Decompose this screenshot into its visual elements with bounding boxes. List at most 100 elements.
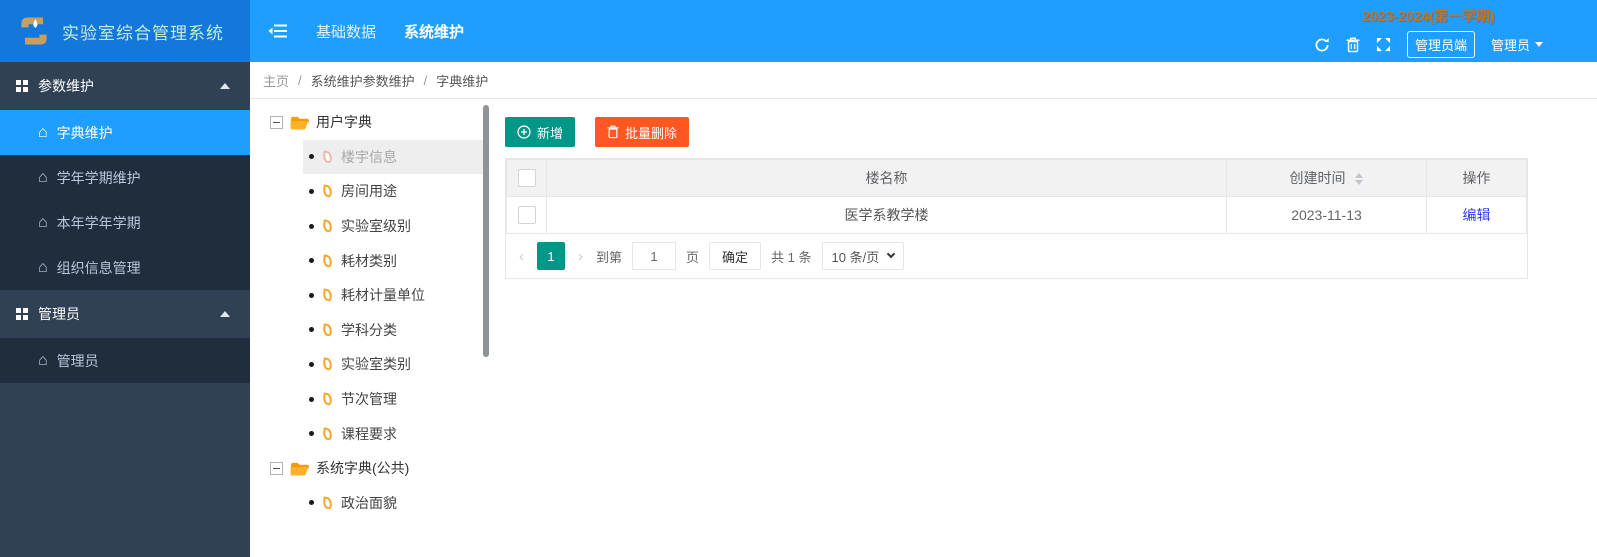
- sidebar-item-term-maintain[interactable]: ⌂ 学年学期维护: [0, 155, 250, 200]
- breadcrumb-current: 字典维护: [436, 71, 488, 90]
- add-button[interactable]: 新增: [505, 117, 575, 147]
- goto-confirm-button[interactable]: 确定: [709, 242, 761, 270]
- tree-item-label: 节次管理: [341, 389, 397, 409]
- tree-root-user-dict[interactable]: 用户字典: [270, 105, 484, 140]
- sidebar-item-label: 学年学期维护: [57, 168, 141, 188]
- tree-item-lab-category[interactable]: 实验室类别: [303, 347, 484, 382]
- row-checkbox[interactable]: [518, 206, 536, 224]
- tree-item-room-usage[interactable]: 房间用途: [303, 174, 484, 209]
- nav-item-basic-data[interactable]: 基础数据: [316, 21, 376, 42]
- app-logo-area: 实验室综合管理系统: [0, 0, 250, 62]
- prev-page-icon[interactable]: ‹: [516, 248, 527, 265]
- sort-asc-icon[interactable]: [1355, 173, 1363, 178]
- sidebar-group-param-maintain[interactable]: 参数维护: [0, 62, 250, 110]
- total-count-label: 共 1 条: [771, 247, 811, 266]
- leaf-icon: [322, 323, 333, 336]
- chevron-up-icon: [220, 311, 230, 317]
- tree-item-consumable-unit[interactable]: 耗材计量单位: [303, 278, 484, 313]
- header-action-row: 管理员端 管理员: [1314, 31, 1543, 58]
- page-size-value: 10 条/页: [832, 247, 880, 266]
- collapse-minus-icon[interactable]: [270, 116, 283, 129]
- bullet-icon: [309, 362, 314, 367]
- sidebar-item-dict-maintain[interactable]: ⌂ 字典维护: [0, 110, 250, 155]
- role-switch-button[interactable]: 管理员端: [1407, 31, 1475, 58]
- tree-item-course-require[interactable]: 课程要求: [303, 416, 484, 451]
- tree-root-label: 系统字典(公共): [316, 458, 409, 478]
- semester-label: 2023-2024(第一学期): [1362, 6, 1494, 26]
- trash-icon[interactable]: [1346, 37, 1360, 53]
- cell-action: 编辑: [1427, 197, 1527, 234]
- fullscreen-icon[interactable]: [1376, 37, 1391, 52]
- edit-link[interactable]: 编辑: [1463, 207, 1491, 223]
- next-page-icon[interactable]: ›: [575, 248, 586, 265]
- tree-item-label: 学科分类: [341, 320, 397, 340]
- sidebar-group-admin[interactable]: 管理员: [0, 290, 250, 338]
- dictionary-tree: 用户字典 楼宇信息 房间用途 实验室级别 耗材类别 耗材计量单位: [270, 105, 484, 509]
- goto-page-input[interactable]: [632, 242, 676, 270]
- leaf-icon: [322, 289, 333, 302]
- bullet-icon: [309, 224, 314, 229]
- collapse-minus-icon[interactable]: [270, 462, 283, 475]
- tree-item-consumable-type[interactable]: 耗材类别: [303, 243, 484, 278]
- batch-delete-button[interactable]: 批量删除: [595, 117, 689, 147]
- main-content: 用户字典 楼宇信息 房间用途 实验室级别 耗材类别 耗材计量单位: [250, 99, 1597, 557]
- home-icon: ⌂: [38, 170, 48, 186]
- sort-icon[interactable]: [1355, 173, 1363, 185]
- select-all-checkbox[interactable]: [518, 169, 536, 187]
- sidebar-group-label: 参数维护: [38, 76, 94, 96]
- tree-item-label: 房间用途: [341, 181, 397, 201]
- app-logo-icon: [16, 13, 52, 49]
- column-header-action: 操作: [1427, 160, 1527, 197]
- home-icon: ⌂: [38, 125, 48, 141]
- leaf-icon: [322, 427, 333, 440]
- nav-item-system-maintain[interactable]: 系统维护: [404, 21, 464, 42]
- tree-item-label: 课程要求: [341, 424, 397, 444]
- sidebar-item-current-term[interactable]: ⌂ 本年学年学期: [0, 200, 250, 245]
- tree-item-period-manage[interactable]: 节次管理: [303, 382, 484, 417]
- leaf-icon: [322, 150, 333, 163]
- tree-item-label: 实验室级别: [341, 216, 411, 236]
- folder-icon: [290, 115, 309, 130]
- tree-item-subject-category[interactable]: 学科分类: [303, 313, 484, 348]
- tree-item-political-status[interactable]: 政治面貌: [303, 486, 484, 509]
- tree-item-lab-level[interactable]: 实验室级别: [303, 209, 484, 244]
- refresh-icon[interactable]: [1314, 37, 1330, 53]
- bullet-icon: [309, 293, 314, 298]
- data-table: 楼名称 创建时间 操作: [506, 159, 1527, 234]
- cell-building-name: 医学系教学楼: [547, 197, 1227, 234]
- tree-scrollbar-thumb[interactable]: [483, 105, 489, 357]
- sort-desc-icon[interactable]: [1355, 180, 1363, 185]
- app-title: 实验室综合管理系统: [62, 19, 224, 44]
- pagination-bar: ‹ 1 › 到第 页 确定 共 1 条 10 条/页: [506, 234, 1527, 278]
- tree-item-building-info[interactable]: 楼宇信息: [303, 140, 484, 175]
- column-header-created[interactable]: 创建时间: [1227, 160, 1427, 197]
- toolbar: 新增 批量删除: [505, 117, 689, 147]
- data-table-container: 楼名称 创建时间 操作: [505, 158, 1528, 279]
- tree-item-label: 政治面貌: [341, 493, 397, 509]
- tree-item-label: 耗材计量单位: [341, 285, 425, 305]
- home-icon: ⌂: [38, 215, 48, 231]
- top-header: 实验室综合管理系统 基础数据 系统维护 2023-2024(第一学期): [0, 0, 1597, 62]
- column-header-name[interactable]: 楼名称: [547, 160, 1227, 197]
- sidebar-item-org-info[interactable]: ⌂ 组织信息管理: [0, 245, 250, 290]
- row-checkbox-cell: [507, 197, 547, 234]
- tree-item-label: 耗材类别: [341, 251, 397, 271]
- page-size-select[interactable]: 10 条/页: [822, 242, 905, 270]
- user-dropdown[interactable]: 管理员: [1491, 35, 1543, 54]
- goto-prefix-label: 到第: [596, 247, 622, 266]
- home-icon: ⌂: [38, 260, 48, 276]
- menu-fold-icon[interactable]: [268, 23, 288, 39]
- current-page-button[interactable]: 1: [537, 242, 565, 270]
- sidebar-item-label: 本年学年学期: [57, 213, 141, 233]
- batch-delete-label: 批量删除: [625, 123, 677, 142]
- leaf-icon: [322, 496, 333, 509]
- breadcrumb-home[interactable]: 主页: [263, 71, 289, 90]
- column-label: 楼名称: [866, 170, 908, 186]
- top-nav: 基础数据 系统维护: [250, 0, 464, 62]
- sidebar-item-admin[interactable]: ⌂ 管理员: [0, 338, 250, 383]
- tree-root-system-dict[interactable]: 系统字典(公共): [270, 451, 484, 486]
- tree-root-label: 用户字典: [316, 112, 372, 132]
- username-label: 管理员: [1491, 35, 1530, 54]
- table-header-row: 楼名称 创建时间 操作: [507, 160, 1527, 197]
- column-label: 创建时间: [1290, 170, 1346, 186]
